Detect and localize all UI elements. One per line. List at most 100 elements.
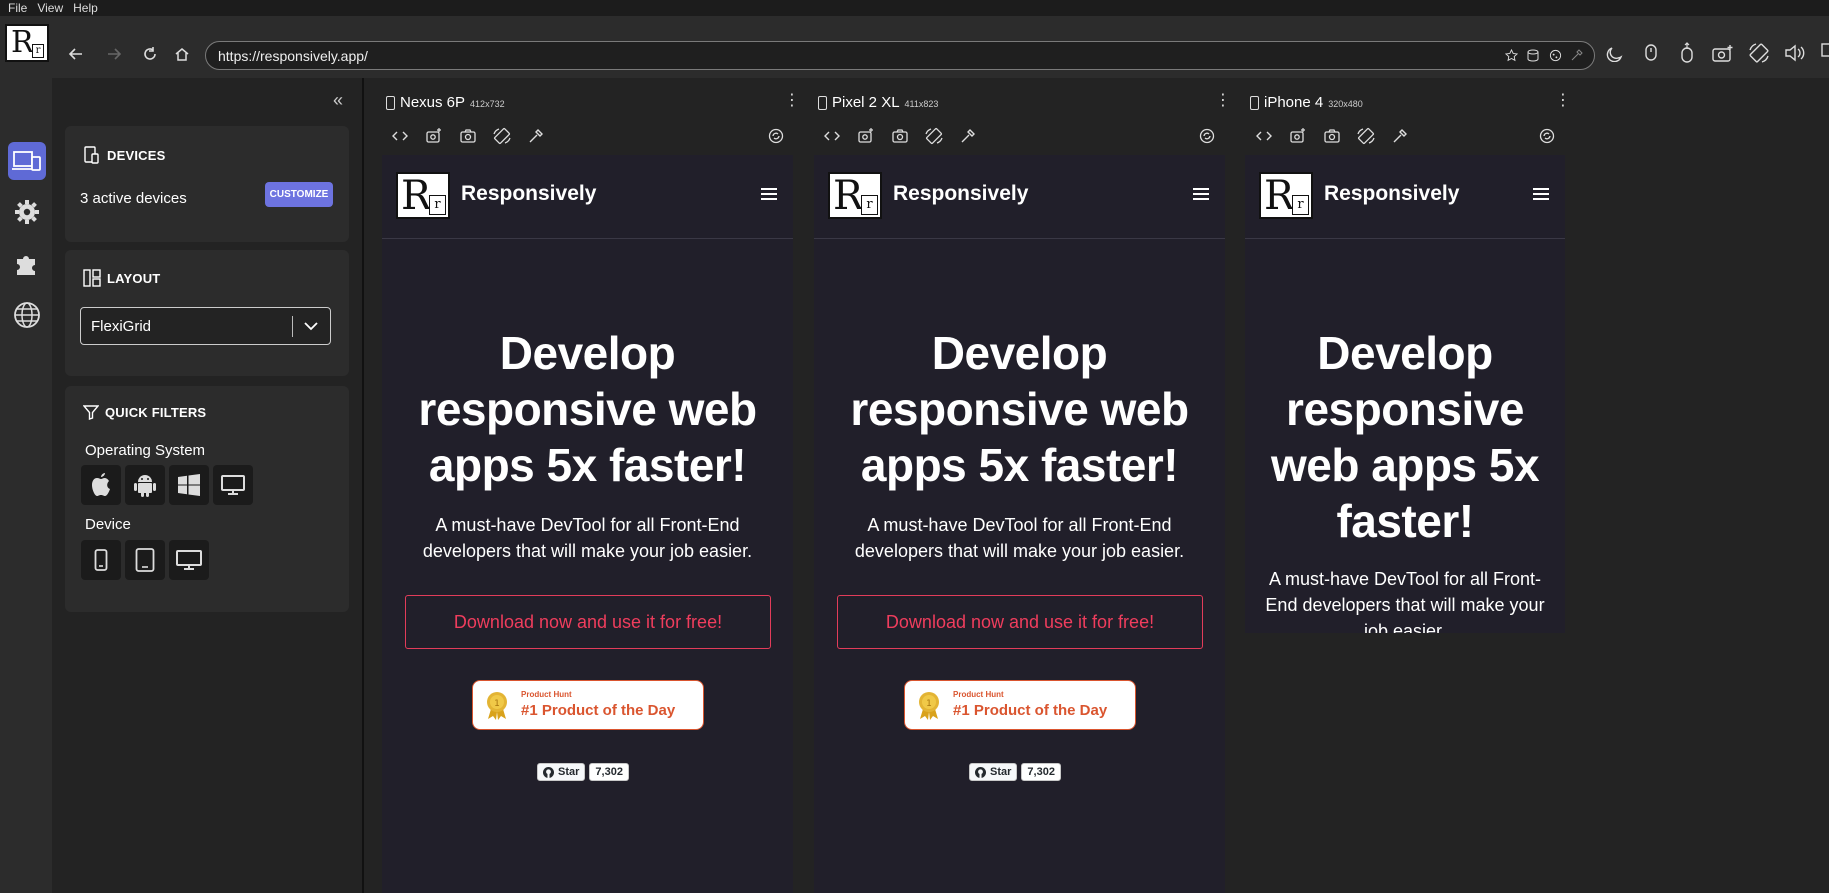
back-icon[interactable] [66,44,86,64]
forward-icon[interactable] [104,44,124,64]
screenshot-icon[interactable] [889,127,910,145]
hamburger-menu-icon[interactable] [1533,188,1549,200]
product-hunt-badge[interactable]: 1 Product Hunt #1 Product of the Day [472,680,704,730]
hamburger-menu-icon[interactable] [761,188,777,200]
dark-mode-icon[interactable] [1602,40,1628,66]
github-star-label: Star [558,766,580,778]
customize-button[interactable]: CUSTOMIZE [265,182,333,207]
eyedropper-icon[interactable] [1570,47,1584,63]
device-menu-icon[interactable]: ⋮ [1215,93,1231,109]
github-star-label: Star [990,766,1012,778]
eyedropper-tool-icon[interactable] [1389,127,1410,145]
screenshot-viewport-icon[interactable] [1287,127,1308,145]
site-header: R r Responsively [814,155,1225,239]
eyedropper-tool-icon[interactable] [525,127,546,145]
layout-title: LAYOUT [107,270,161,286]
scroll-mouse-icon[interactable] [1674,40,1700,66]
address-bar [205,41,1595,70]
phone-icon [818,95,827,110]
phone-icon [386,95,395,110]
device-label: Device [85,516,131,533]
scroll-sync-icon[interactable] [1198,127,1216,145]
layout-icon [83,269,101,287]
site-brand[interactable]: Responsively [461,182,596,206]
screenshot-icon[interactable] [457,127,478,145]
phone-icon [1250,95,1259,110]
site-logo[interactable]: R r [396,172,450,219]
devices-title: DEVICES [107,147,166,163]
rotate-device-icon[interactable] [491,127,512,145]
github-star-count[interactable]: 7,302 [589,763,629,781]
tablet-filter-icon[interactable] [125,540,165,580]
extensions-puzzle-icon[interactable] [8,245,46,283]
scroll-sync-icon[interactable] [1538,127,1556,145]
inspect-mouse-icon[interactable] [1638,40,1664,66]
storage-icon[interactable] [1526,47,1540,63]
rotate-device-icon[interactable] [923,127,944,145]
screenshot-viewport-icon[interactable] [423,127,444,145]
device-menu-icon[interactable]: ⋮ [1555,93,1571,109]
menu-file[interactable]: File [8,0,27,16]
rotate-device-icon[interactable] [1355,127,1376,145]
app-logo: R r [5,24,49,62]
site-brand[interactable]: Responsively [1324,182,1459,206]
svg-text:1: 1 [494,699,500,709]
devices-icon [84,146,99,164]
desktop-os-filter-icon[interactable] [213,465,253,505]
devices-card: DEVICES 3 active devices CUSTOMIZE [65,126,349,242]
cursor-icon[interactable] [1818,40,1829,66]
mute-audio-icon[interactable] [1782,40,1808,66]
device-name: iPhone 4 [1264,94,1324,111]
site-brand[interactable]: Responsively [893,182,1028,206]
devtools-icon[interactable] [821,127,842,145]
layout-select[interactable]: FlexiGrid [80,307,331,345]
download-button[interactable]: Download now and use it for free! [837,595,1203,649]
devtools-icon[interactable] [389,127,410,145]
download-button[interactable]: Download now and use it for free! [405,595,771,649]
bookmark-star-icon[interactable] [1504,47,1518,63]
cookie-icon[interactable] [1548,47,1562,63]
phone-filter-icon[interactable] [81,540,121,580]
ph-title: #1 Product of the Day [521,702,676,719]
desktop-filter-icon[interactable] [169,540,209,580]
windows-filter-icon[interactable] [169,465,209,505]
screenshot-all-icon[interactable] [1710,40,1736,66]
github-icon [543,766,554,778]
device-name: Nexus 6P [400,94,466,111]
device-menu-icon[interactable]: ⋮ [784,93,800,109]
rotate-all-icon[interactable] [1746,40,1772,66]
github-star-count[interactable]: 7,302 [1021,763,1061,781]
reload-icon[interactable] [140,44,160,64]
hero-heading: Develop responsive web apps 5x faster! [850,327,1189,491]
filters-title: QUICK FILTERS [105,404,207,420]
screenshot-viewport-icon[interactable] [855,127,876,145]
hamburger-menu-icon[interactable] [1193,188,1209,200]
home-icon[interactable] [172,44,192,64]
site-header: R r Responsively [1245,155,1565,239]
product-hunt-badge[interactable]: 1 Product Hunt #1 Product of the Day [904,680,1136,730]
apple-filter-icon[interactable] [81,465,121,505]
scroll-sync-icon[interactable] [767,127,785,145]
github-star-widget[interactable]: Star 7,302 [969,763,1061,781]
layout-card: LAYOUT FlexiGrid [65,250,349,376]
site-header: R r Responsively [382,155,793,239]
github-icon [975,766,986,778]
quick-filters-card: QUICK FILTERS Operating System Device [65,386,349,612]
globe-icon[interactable] [8,296,46,334]
menu-view[interactable]: View [37,0,63,16]
collapse-sidebar-icon[interactable]: « [333,91,343,109]
android-filter-icon[interactable] [125,465,165,505]
devices-tab-icon[interactable] [8,142,46,180]
site-logo[interactable]: R r [828,172,882,219]
github-star-widget[interactable]: Star 7,302 [537,763,629,781]
filter-icon [83,405,99,420]
url-input[interactable] [218,45,1498,66]
site-logo[interactable]: R r [1259,172,1313,219]
screenshot-icon[interactable] [1321,127,1342,145]
devtools-icon[interactable] [1253,127,1274,145]
settings-gear-icon[interactable] [8,193,46,231]
device-resolution: 411x823 [904,99,939,109]
eyedropper-tool-icon[interactable] [957,127,978,145]
toolbar-actions [1602,40,1829,66]
menu-help[interactable]: Help [73,0,98,16]
